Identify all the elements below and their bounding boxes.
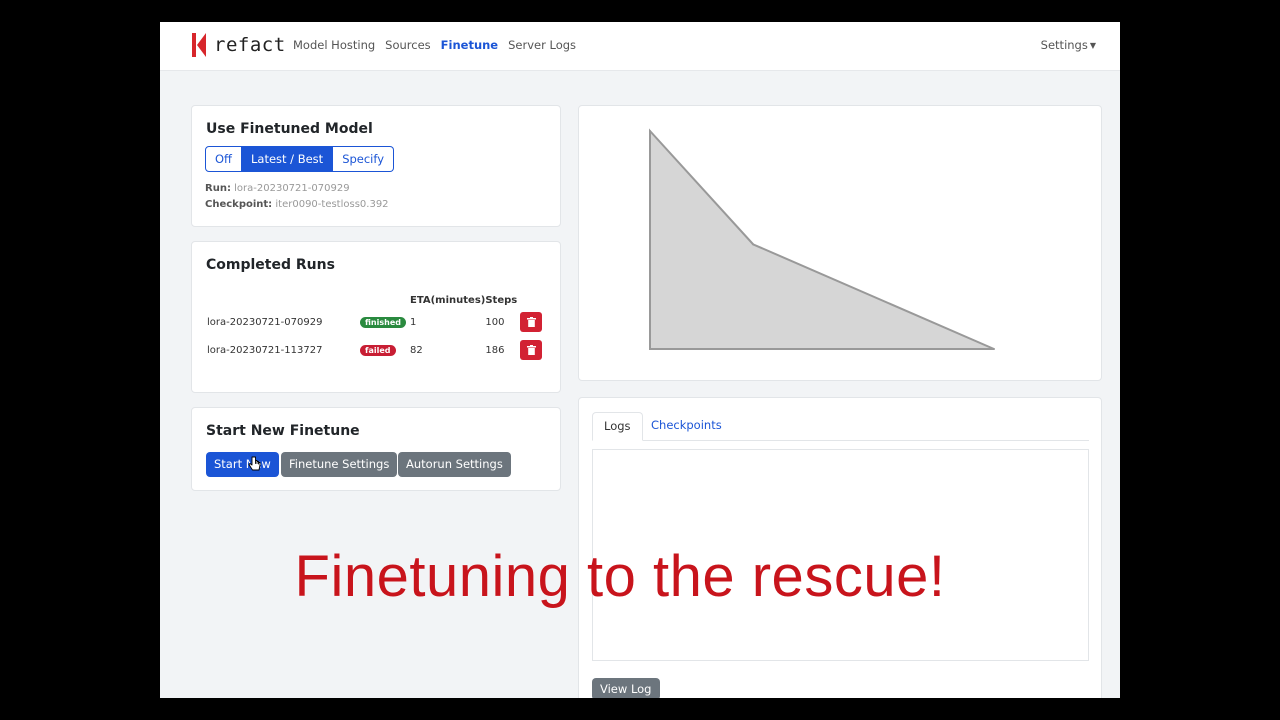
nav-finetune[interactable]: Finetune (441, 38, 498, 52)
run-steps: 186 (485, 344, 505, 356)
use-finetuned-model-card: Use Finetuned Model Off Latest / Best Sp… (191, 105, 561, 227)
autorun-settings-button[interactable]: Autorun Settings (398, 452, 511, 477)
logo-text: refact (214, 34, 286, 56)
run-info: Run: lora-20230721-070929 (205, 183, 350, 194)
finetune-settings-button[interactable]: Finetune Settings (281, 452, 398, 477)
start-new-finetune-title: Start New Finetune (206, 423, 360, 439)
trash-icon (526, 345, 536, 355)
use-finetuned-model-title: Use Finetuned Model (206, 121, 373, 137)
status-badge: finished (360, 316, 406, 328)
nav-server-logs[interactable]: Server Logs (508, 38, 576, 52)
checkpoint-label: Checkpoint: (205, 199, 273, 210)
view-log-button[interactable]: View Log (592, 678, 660, 698)
run-name: lora-20230721-070929 (207, 316, 323, 328)
header-status (360, 292, 410, 308)
loss-point (649, 130, 651, 132)
tab-checkpoints[interactable]: Checkpoints (640, 412, 733, 441)
caret-down-icon: ▼ (1089, 41, 1096, 50)
run-eta: 82 (410, 344, 423, 356)
run-name: lora-20230721-113727 (207, 344, 323, 356)
checkpoint-value: iter0090-testloss0.392 (275, 199, 389, 210)
run-label: Run: (205, 183, 231, 194)
mode-specify-button[interactable]: Specify (333, 146, 395, 172)
loss-point (752, 243, 755, 246)
settings-dropdown[interactable]: Settings ▼ (1041, 38, 1096, 52)
loss-area (649, 128, 995, 350)
hand-pointer-icon (248, 456, 261, 471)
table-row[interactable]: lora-20230721-113727 failed 82 186 (205, 336, 550, 364)
header-actions (520, 292, 550, 308)
mode-off-button[interactable]: Off (205, 146, 242, 172)
loss-point (993, 348, 995, 350)
logs-tabs: Logs Checkpoints (592, 412, 1089, 441)
trash-icon (526, 317, 536, 327)
header-steps: Steps (485, 294, 518, 306)
checkpoint-info: Checkpoint: iter0090-testloss0.392 (205, 199, 389, 210)
settings-label: Settings (1040, 38, 1088, 52)
nav-model-hosting[interactable]: Model Hosting (293, 38, 375, 52)
runs-table: ETA(minutes) Steps lora-20230721-070929 … (205, 292, 550, 364)
table-row[interactable]: lora-20230721-070929 finished 1 100 (205, 308, 550, 336)
status-badge: failed (360, 344, 396, 356)
run-eta: 1 (410, 316, 417, 328)
nav-sources[interactable]: Sources (385, 38, 431, 52)
video-caption: Finetuning to the rescue! (294, 544, 946, 609)
mode-latest-best-button[interactable]: Latest / Best (241, 146, 334, 172)
loss-chart-card (578, 105, 1102, 381)
completed-runs-card: Completed Runs ETA(minutes) Steps lora-2… (191, 241, 561, 393)
start-new-button[interactable]: Start New (206, 452, 279, 477)
model-mode-toggle: Off Latest / Best Specify (205, 146, 395, 172)
delete-run-button[interactable] (520, 340, 543, 360)
nav-links: Model Hosting Sources Finetune Server Lo… (293, 38, 576, 52)
navbar: refact Model Hosting Sources Finetune Se… (160, 22, 1120, 71)
header-eta: ETA(minutes) (410, 294, 486, 306)
run-value: lora-20230721-070929 (234, 183, 350, 194)
start-new-finetune-card: Start New Finetune Start New Finetune Se… (191, 407, 561, 491)
refact-logo-icon (190, 32, 210, 58)
completed-runs-title: Completed Runs (206, 257, 335, 273)
header-name (205, 292, 360, 308)
run-steps: 100 (485, 316, 505, 328)
tab-logs[interactable]: Logs (592, 412, 643, 441)
delete-run-button[interactable] (520, 312, 543, 332)
runs-table-header: ETA(minutes) Steps (205, 292, 550, 308)
logo[interactable]: refact (190, 32, 286, 58)
loss-chart (649, 128, 995, 350)
